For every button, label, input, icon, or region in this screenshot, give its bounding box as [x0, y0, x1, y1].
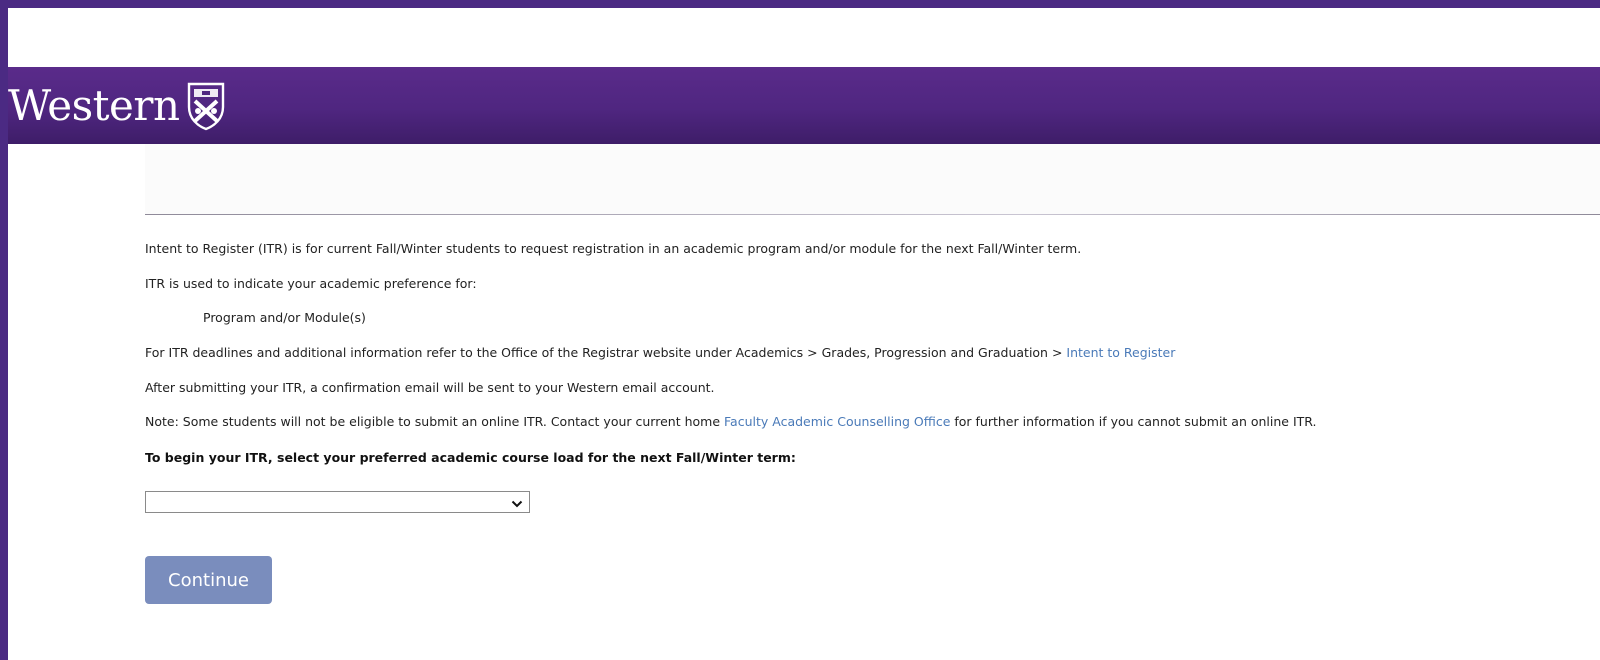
- used-for-text: ITR is used to indicate your academic pr…: [145, 276, 477, 291]
- note-text: Note: Some students will not be eligible…: [145, 414, 1317, 429]
- preference-item: Program and/or Module(s): [203, 310, 366, 325]
- brand-wordmark: Western: [8, 81, 180, 130]
- intro-text: Intent to Register (ITR) is for current …: [145, 241, 1082, 256]
- western-logo[interactable]: Western: [8, 77, 226, 135]
- title-band: [145, 144, 1600, 214]
- note-after: for further information if you cannot su…: [950, 414, 1317, 429]
- course-load-select[interactable]: [145, 491, 530, 513]
- faculty-counselling-link[interactable]: Faculty Academic Counselling Office: [724, 414, 950, 429]
- confirmation-text: After submitting your ITR, a confirmatio…: [145, 380, 715, 395]
- intent-to-register-link[interactable]: Intent to Register: [1066, 345, 1175, 360]
- page: Western Intent to Register (ITR) is for …: [8, 8, 1600, 660]
- continue-button[interactable]: Continue: [145, 556, 272, 604]
- course-load-prompt: To begin your ITR, select your preferred…: [145, 450, 796, 465]
- deadlines-label: For ITR deadlines and additional informa…: [145, 345, 1067, 360]
- top-strip: [8, 8, 1600, 68]
- deadlines-text: For ITR deadlines and additional informa…: [145, 345, 1175, 360]
- section-divider: [145, 214, 1600, 215]
- note-before: Note: Some students will not be eligible…: [145, 414, 724, 429]
- site-header: Western: [8, 67, 1600, 144]
- western-crest-icon: [186, 81, 226, 131]
- chevron-down-icon: [511, 497, 523, 508]
- itr-content: Intent to Register (ITR) is for current …: [145, 144, 1600, 660]
